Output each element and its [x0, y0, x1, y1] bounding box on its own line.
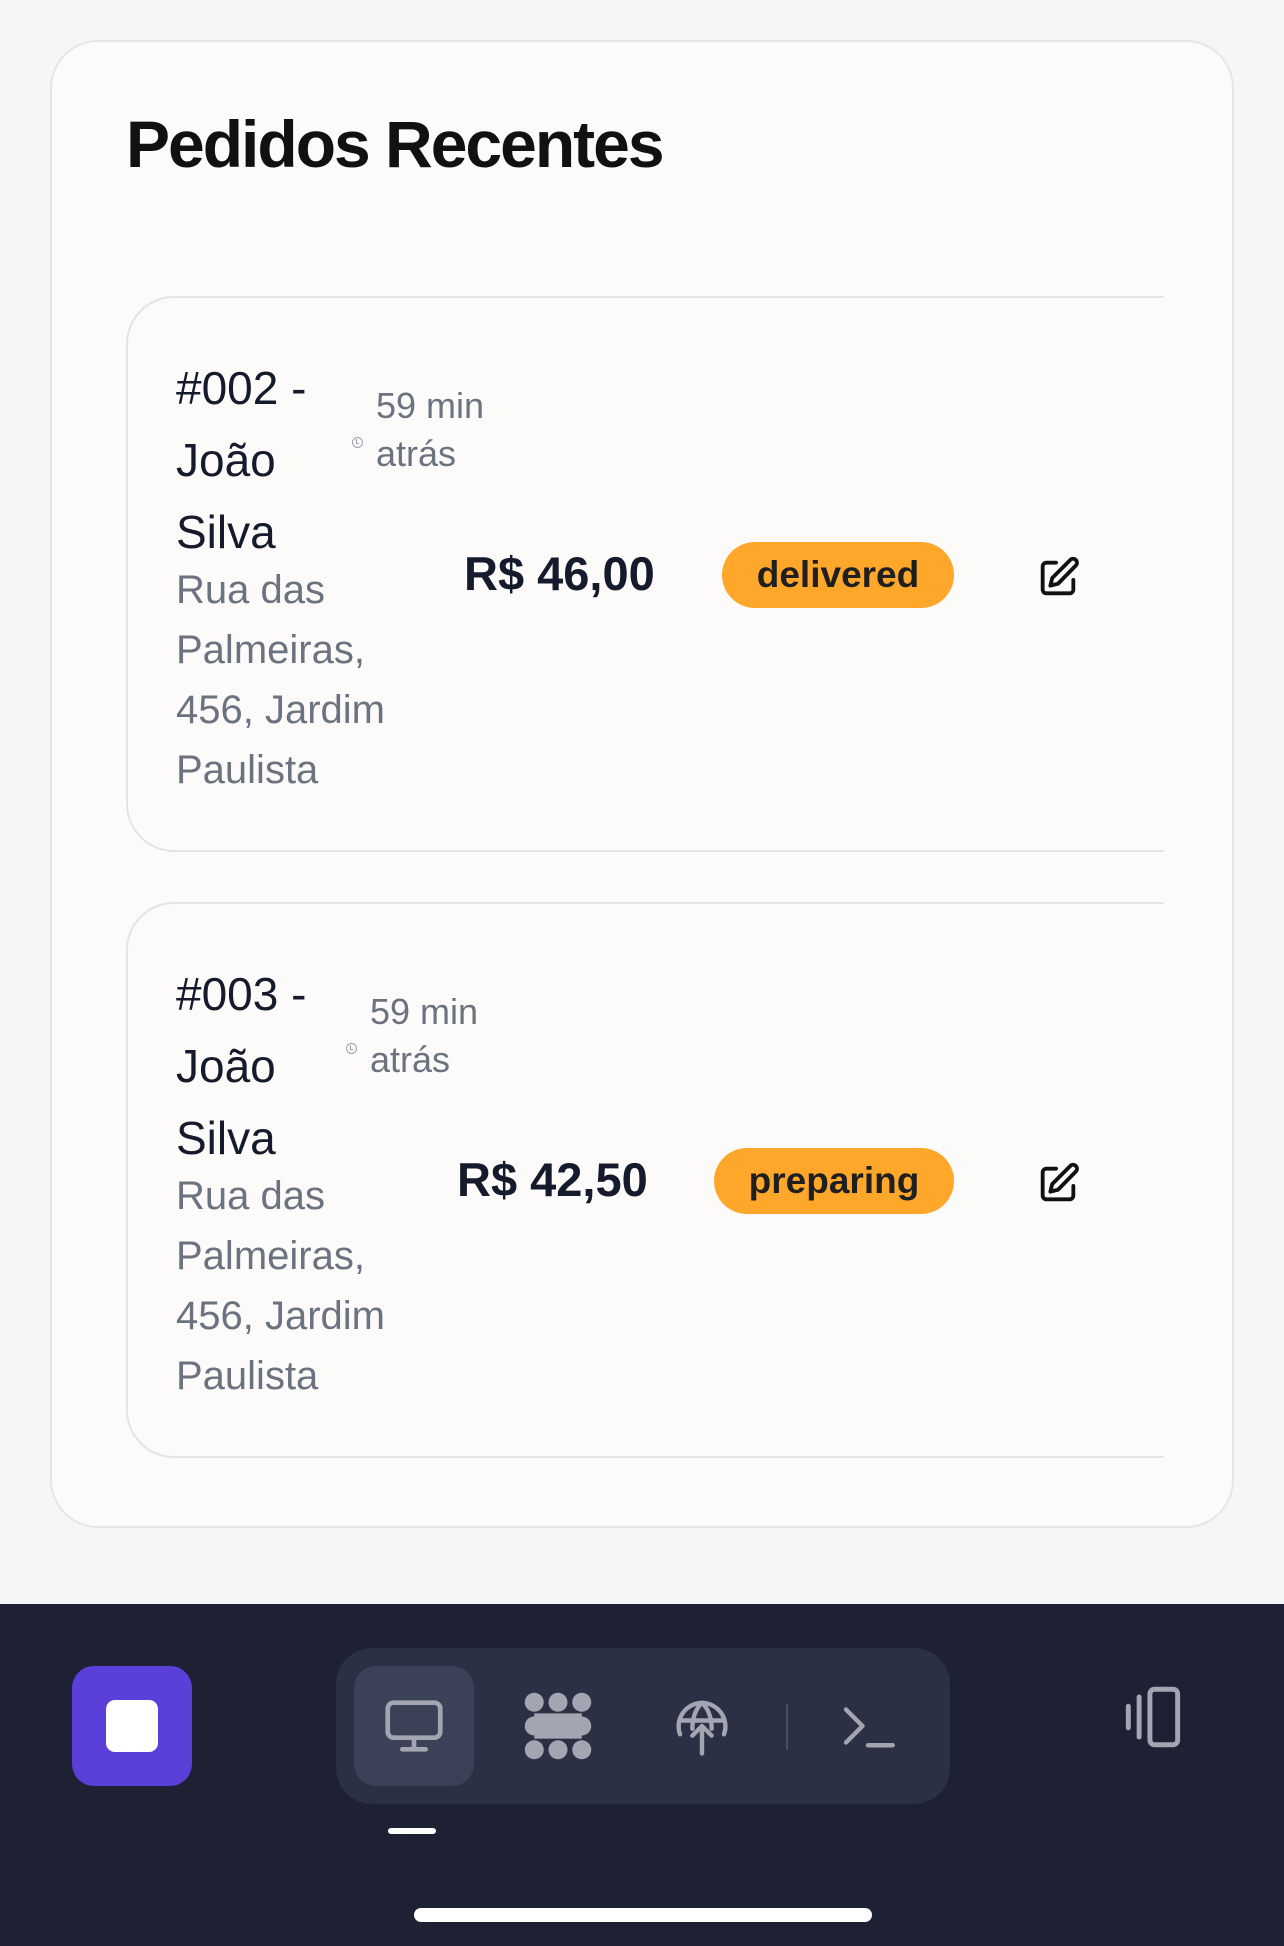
panel-title: Pedidos Recentes — [126, 107, 665, 181]
order-title: #003 - João Silva — [176, 968, 307, 1164]
order-card[interactable]: #003 - João Silva 59 min atrás Rua das P… — [126, 902, 1164, 1458]
status-badge: preparing — [714, 1148, 954, 1214]
status-badge: delivered — [722, 542, 954, 608]
tool-divider — [786, 1704, 788, 1750]
order-address: Rua das Palmeiras, 456, Jardim Paulista — [176, 568, 385, 792]
terminal-icon — [843, 1707, 895, 1748]
nodes-button[interactable] — [498, 1666, 618, 1786]
app-button[interactable] — [72, 1666, 192, 1786]
side-panel-icon — [1125, 1686, 1181, 1748]
globe-upload-button[interactable] — [642, 1666, 762, 1786]
recent-orders-panel: Pedidos Recentes #002 - João Silva 59 mi… — [50, 40, 1234, 1528]
orders-list: #002 - João Silva 59 min atrás Rua das P… — [126, 296, 1164, 1500]
bottom-dock — [0, 1604, 1284, 1946]
terminal-button[interactable] — [808, 1666, 928, 1786]
edit-order-button[interactable] — [1032, 1158, 1084, 1210]
edit-order-button[interactable] — [1032, 552, 1084, 604]
nodes-icon — [524, 1692, 592, 1760]
side-panel-button[interactable] — [1106, 1670, 1200, 1764]
edit-icon — [1040, 556, 1079, 596]
tool-group — [336, 1648, 950, 1804]
order-time-text: 59 min atrás — [370, 991, 479, 1080]
monitor-icon — [385, 1700, 443, 1752]
clock-icon — [346, 1043, 357, 1054]
order-card[interactable]: #002 - João Silva 59 min atrás Rua das P… — [126, 296, 1164, 852]
globe-upload-icon — [676, 1700, 728, 1756]
edit-icon — [1040, 1162, 1079, 1202]
active-tool-indicator — [388, 1828, 436, 1834]
home-indicator[interactable] — [414, 1908, 872, 1922]
order-price: R$ 46,00 — [464, 547, 655, 600]
monitor-button[interactable] — [354, 1666, 474, 1786]
order-title: #002 - João Silva — [176, 362, 307, 558]
app-square-icon — [106, 1700, 158, 1752]
order-time-text: 59 min atrás — [376, 385, 485, 474]
order-address: Rua das Palmeiras, 456, Jardim Paulista — [176, 1174, 385, 1398]
clock-icon — [352, 437, 363, 448]
order-price: R$ 42,50 — [457, 1153, 648, 1206]
